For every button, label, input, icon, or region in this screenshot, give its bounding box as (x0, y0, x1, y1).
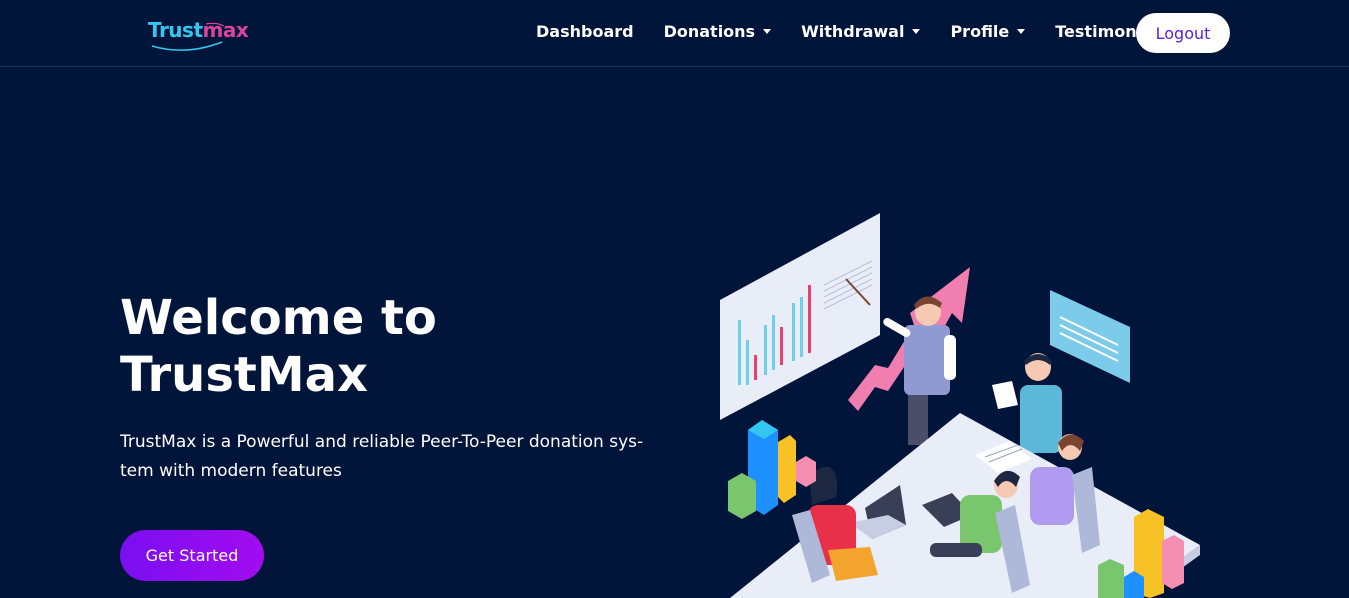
trustmax-logo[interactable]: Trustmax (146, 14, 249, 54)
chevron-down-icon (912, 29, 921, 34)
nav-donations[interactable]: Donations (664, 22, 772, 41)
nav-dashboard[interactable]: Dashboard (536, 22, 634, 41)
team-meeting-illustration (720, 213, 1200, 598)
top-navbar: Trustmax Dashboard Donations Withdrawal … (0, 0, 1349, 67)
hero-title-line2: TrustMax (120, 347, 368, 403)
logout-button[interactable]: Logout (1136, 13, 1230, 53)
bar-blocks-left-icon (728, 420, 816, 519)
hero-subtitle: TrustMax is a Powerful and reliable Peer… (120, 432, 644, 481)
logo-text: Trustmax (148, 18, 249, 42)
nav-withdrawal[interactable]: Withdrawal (801, 22, 921, 41)
get-started-button[interactable]: Get Started (120, 530, 264, 581)
chevron-down-icon (763, 29, 772, 34)
chevron-down-icon (1017, 29, 1026, 34)
hero-title: Welcome to TrustMax (120, 290, 600, 404)
nav-profile[interactable]: Profile (950, 22, 1026, 41)
hero-title-line1: Welcome to (120, 290, 437, 346)
main-nav: Dashboard Donations Withdrawal Profile T… (536, 22, 1198, 41)
